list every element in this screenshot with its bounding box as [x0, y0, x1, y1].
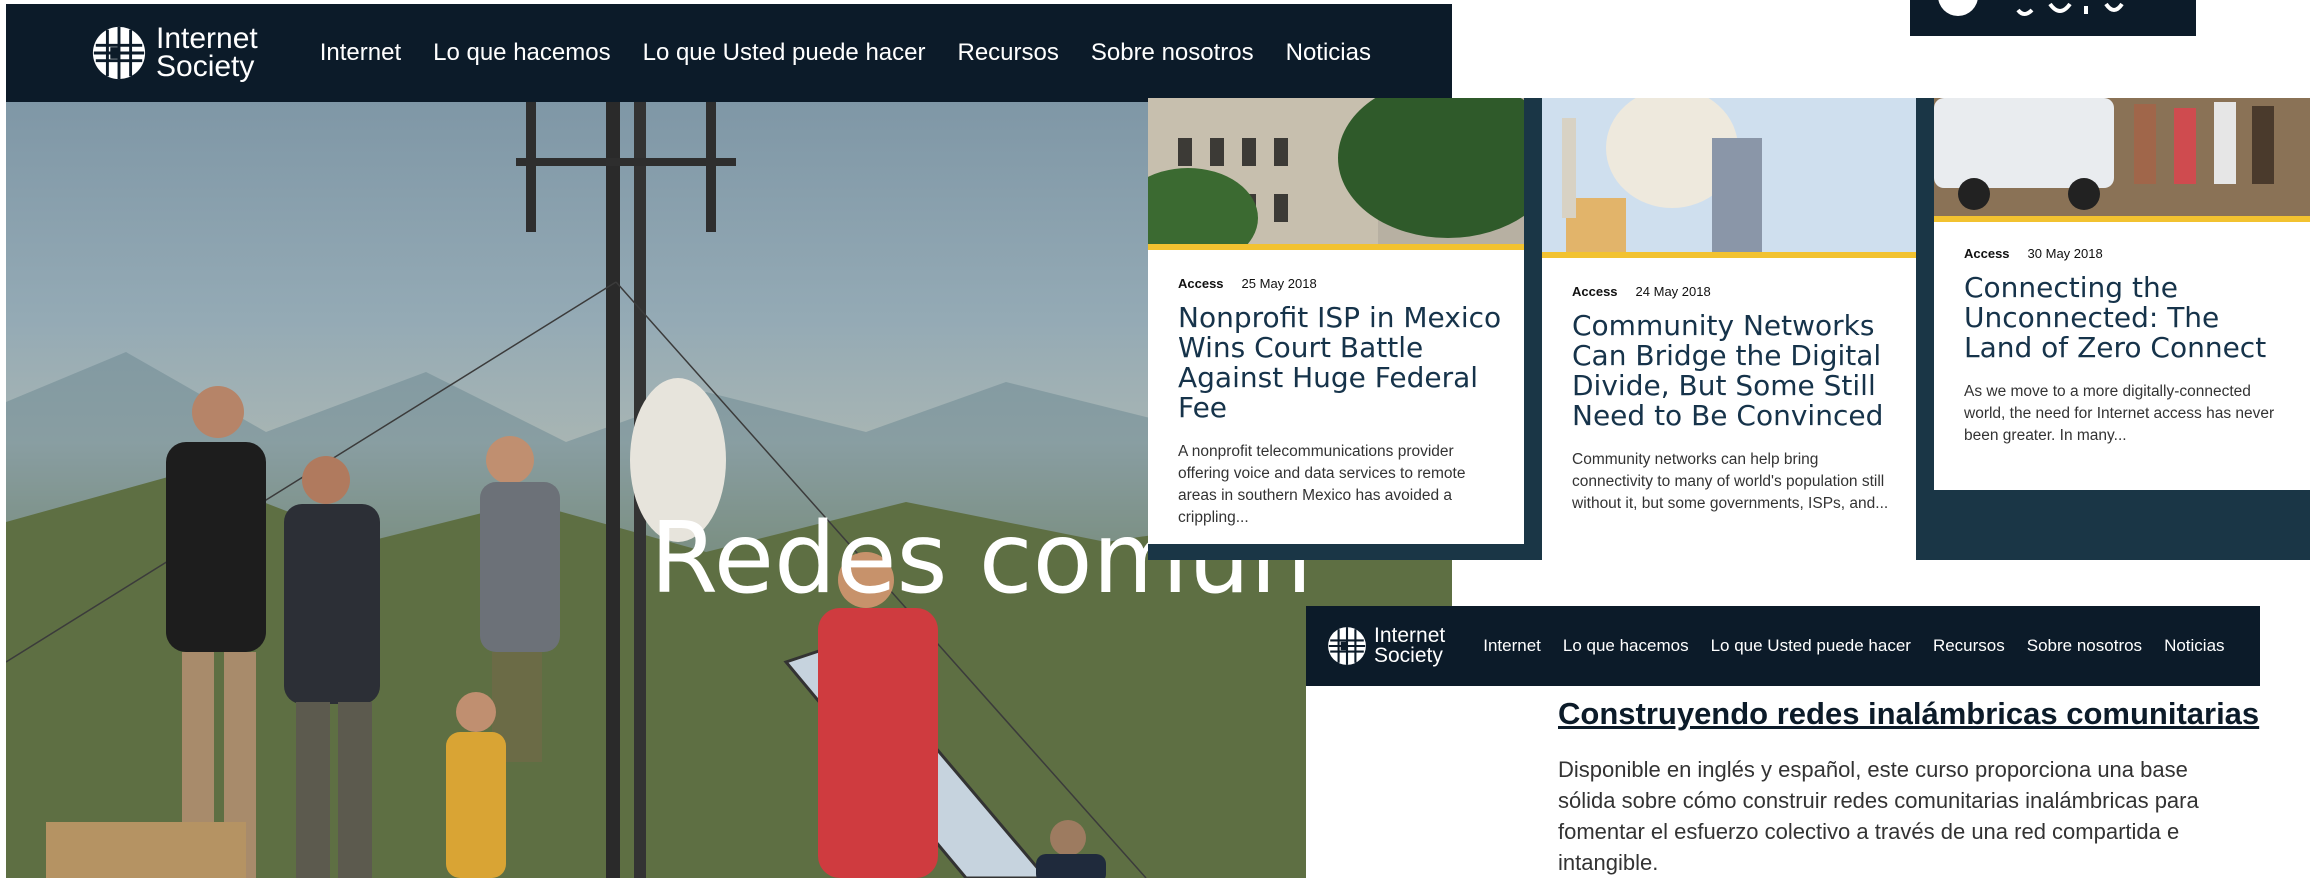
- card-date: 30 May 2018: [2027, 246, 2103, 261]
- nav-item-sobre-nosotros[interactable]: Sobre nosotros: [2027, 636, 2142, 656]
- card-photo-building-trees: [1148, 98, 1524, 244]
- logo-line-1: Internet: [1374, 624, 1446, 648]
- logo-line-1: Internet: [156, 21, 258, 55]
- nav-item-noticias[interactable]: Noticias: [1286, 39, 1371, 67]
- nav-item-lo-que-hacemos[interactable]: Lo que hacemos: [433, 39, 610, 67]
- card-meta: Access 25 May 2018: [1178, 276, 1504, 291]
- card-title[interactable]: Nonprofit ISP in Mexico Wins Court Battl…: [1178, 303, 1504, 423]
- news-card[interactable]: Access 30 May 2018 Connecting the Unconn…: [1934, 98, 2310, 490]
- nav-links: Internet Lo que hacemos Lo que Usted pue…: [1483, 636, 2224, 656]
- nav-item-recursos[interactable]: Recursos: [957, 39, 1058, 67]
- globe-logo-icon: [90, 24, 148, 82]
- card-accent-rule: [1148, 244, 1524, 250]
- course-title-link[interactable]: Construyendo redes inalámbricas comunita…: [1558, 696, 2259, 732]
- internet-society-logo[interactable]: Internet Society: [1326, 625, 1445, 667]
- card-excerpt: Community networks can help bring connec…: [1572, 451, 1889, 512]
- card-accent-rule: [1542, 252, 1916, 258]
- globe-logo-icon: [1326, 625, 1368, 667]
- course-panel: Internet Society Internet Lo que hacemos…: [1306, 606, 2260, 878]
- corner-logo-fragment: [1910, 0, 2196, 36]
- nav-item-sobre-nosotros[interactable]: Sobre nosotros: [1091, 39, 1254, 67]
- card-body: Access 30 May 2018 Connecting the Unconn…: [1964, 246, 2290, 447]
- nav-item-internet[interactable]: Internet: [320, 39, 401, 67]
- logo-line-2: Society: [1374, 644, 1443, 667]
- logo-line-2: Society: [156, 50, 255, 83]
- society-logo-fragment-icon: [1938, 0, 2124, 16]
- card-category[interactable]: Access: [1572, 284, 1618, 299]
- nav-item-lo-que-hacemos[interactable]: Lo que hacemos: [1563, 636, 1689, 656]
- card-photo-people-van: [1934, 98, 2310, 216]
- main-navigation: Internet Society Internet Lo que hacemos…: [6, 4, 1452, 102]
- card-date: 25 May 2018: [1241, 276, 1317, 291]
- nav-item-lo-que-usted-puede-hacer[interactable]: Lo que Usted puede hacer: [643, 39, 926, 67]
- news-card[interactable]: Access 24 May 2018 Community Networks Ca…: [1542, 98, 1916, 560]
- card-category[interactable]: Access: [1964, 246, 2010, 261]
- card-excerpt: A nonprofit telecommunications provider …: [1178, 443, 1466, 526]
- nav-item-recursos[interactable]: Recursos: [1933, 636, 2005, 656]
- news-cards-panel: Access 25 May 2018 Nonprofit ISP in Mexi…: [1148, 98, 2310, 560]
- logo-wordmark: Internet Society: [1374, 624, 1446, 667]
- card-meta: Access 30 May 2018: [1964, 246, 2290, 261]
- nav-links: Internet Lo que hacemos Lo que Usted pue…: [320, 39, 1371, 67]
- card-body: Access 25 May 2018 Nonprofit ISP in Mexi…: [1178, 276, 1504, 529]
- logo-wordmark: Internet Society: [156, 21, 258, 83]
- nav-item-noticias[interactable]: Noticias: [2164, 636, 2224, 656]
- internet-society-logo[interactable]: Internet Society: [90, 21, 258, 83]
- card-accent-rule: [1934, 216, 2310, 222]
- card-excerpt: As we move to a more digitally-connected…: [1964, 383, 2275, 444]
- news-card[interactable]: Access 25 May 2018 Nonprofit ISP in Mexi…: [1148, 98, 1524, 544]
- secondary-navigation: Internet Society Internet Lo que hacemos…: [1306, 606, 2260, 686]
- card-body: Access 24 May 2018 Community Networks Ca…: [1572, 284, 1896, 515]
- card-title[interactable]: Connecting the Unconnected: The Land of …: [1964, 273, 2290, 363]
- card-date: 24 May 2018: [1635, 284, 1711, 299]
- card-title[interactable]: Community Networks Can Bridge the Digita…: [1572, 311, 1896, 431]
- course-description: Disponible en inglés y español, este cur…: [1558, 757, 2199, 875]
- nav-item-internet[interactable]: Internet: [1483, 636, 1541, 656]
- card-photo-dish-antenna: [1542, 98, 1916, 252]
- nav-item-lo-que-usted-puede-hacer[interactable]: Lo que Usted puede hacer: [1711, 636, 1911, 656]
- card-meta: Access 24 May 2018: [1572, 284, 1896, 299]
- card-category[interactable]: Access: [1178, 276, 1224, 291]
